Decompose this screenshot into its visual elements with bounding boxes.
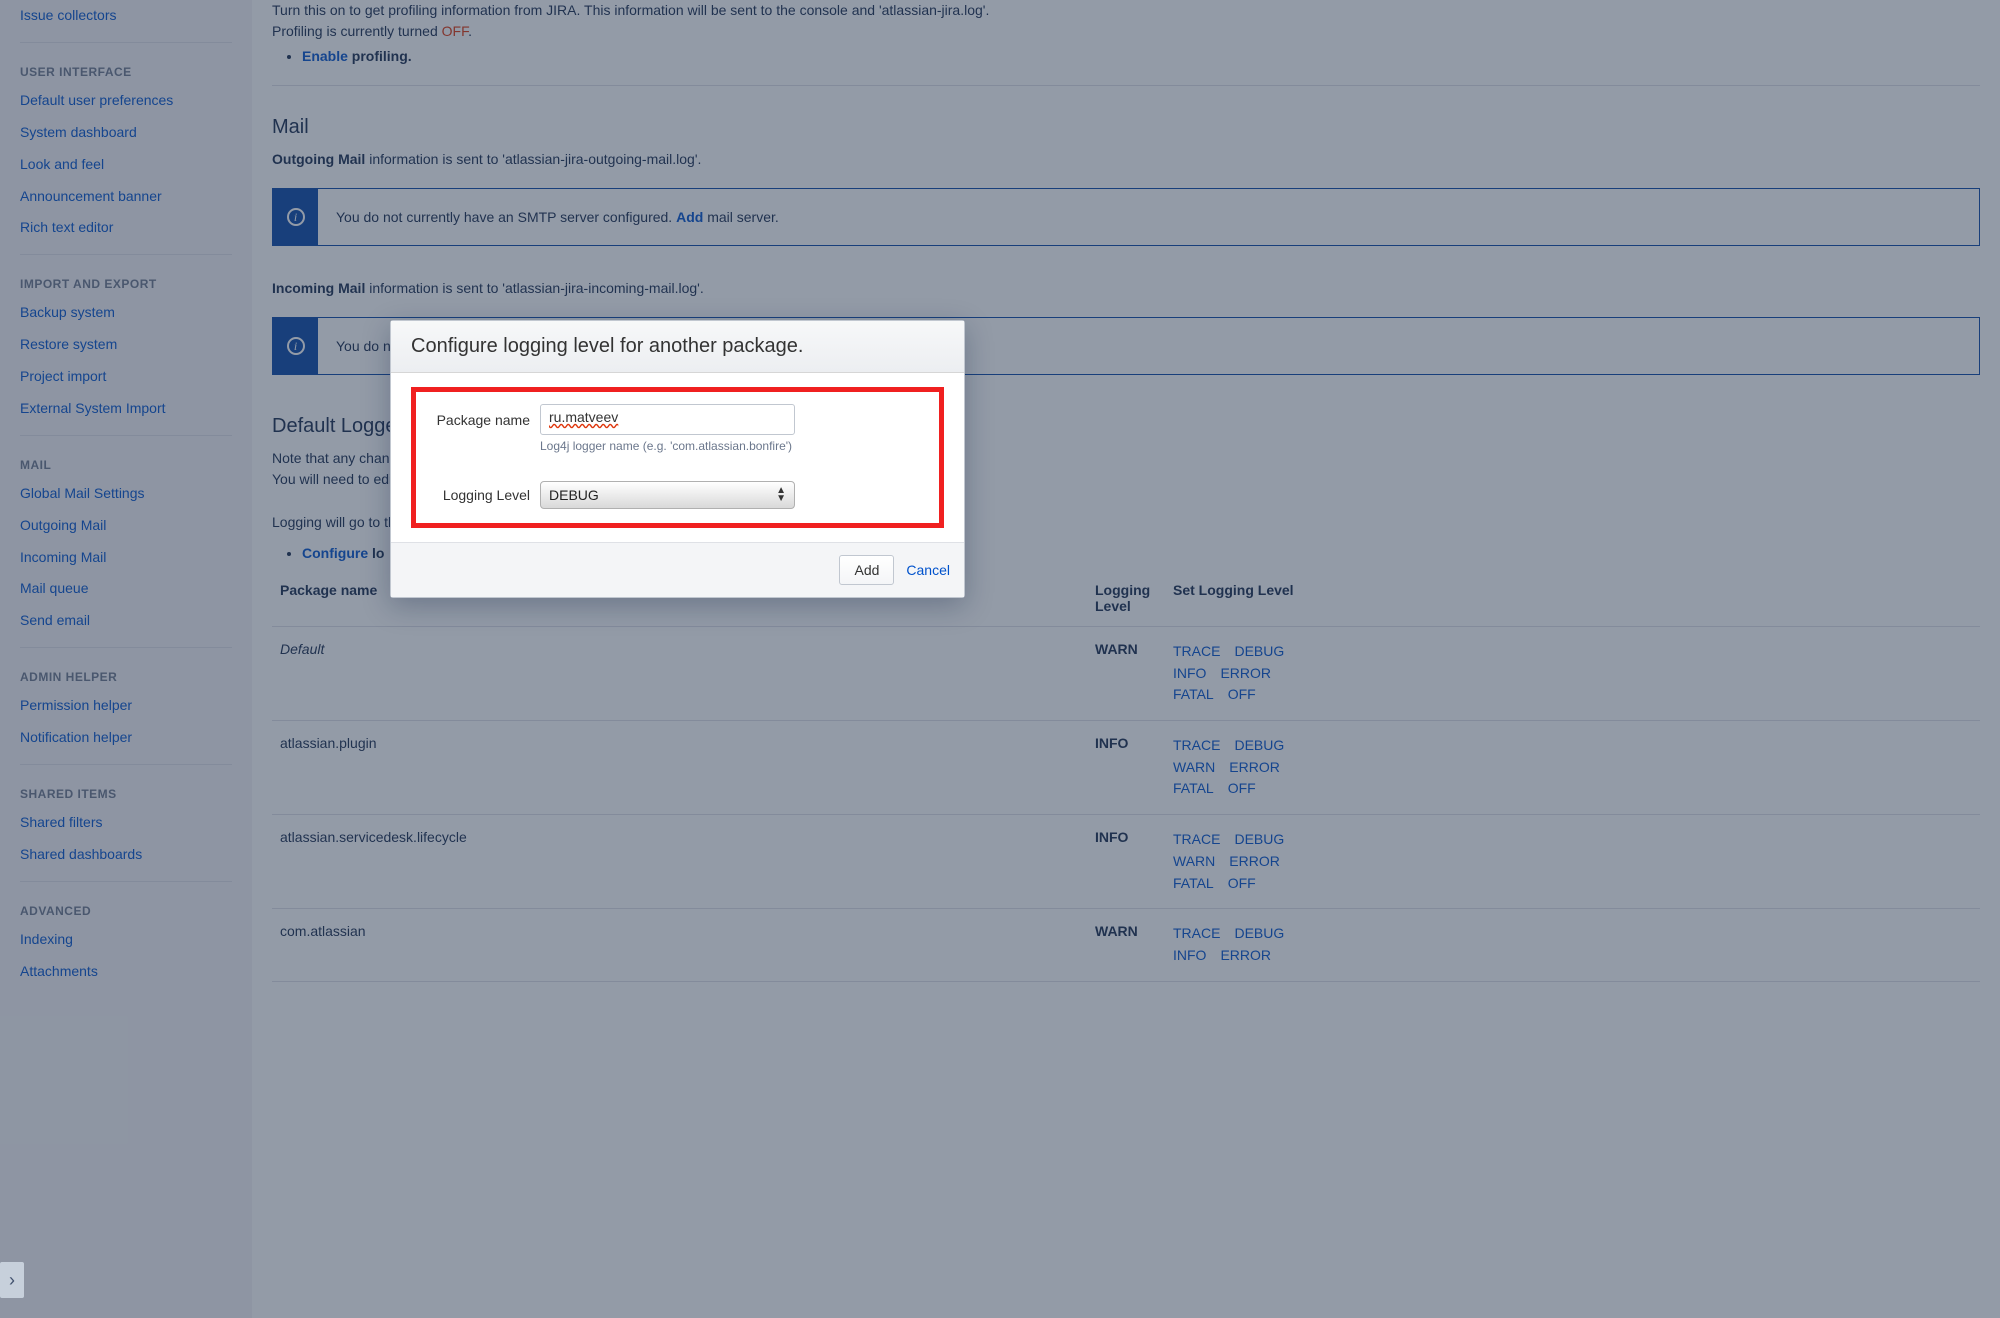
form-row-level: Logging Level DEBUG ▲▼ bbox=[422, 481, 933, 509]
configure-logging-dialog: Configure logging level for another pack… bbox=[390, 320, 965, 598]
logging-level-label: Logging Level bbox=[422, 487, 530, 503]
dialog-footer: Add Cancel bbox=[391, 542, 964, 597]
dialog-body: Package name ru.matveev Log4j logger nam… bbox=[391, 373, 964, 542]
cancel-link[interactable]: Cancel bbox=[906, 562, 950, 578]
package-name-input[interactable]: ru.matveev bbox=[540, 404, 795, 435]
expand-arrow-icon[interactable]: › bbox=[0, 1262, 24, 1298]
dialog-title: Configure logging level for another pack… bbox=[391, 321, 964, 373]
add-button[interactable]: Add bbox=[839, 555, 894, 585]
package-name-label: Package name bbox=[422, 412, 530, 428]
chevron-updown-icon: ▲▼ bbox=[776, 487, 786, 503]
package-name-hint: Log4j logger name (e.g. 'com.atlassian.b… bbox=[540, 439, 933, 453]
package-name-value: ru.matveev bbox=[549, 409, 618, 425]
modal-backdrop-tint bbox=[0, 0, 2000, 1318]
logging-level-select[interactable]: DEBUG ▲▼ bbox=[540, 481, 795, 509]
logging-level-value: DEBUG bbox=[549, 487, 599, 503]
form-row-package: Package name ru.matveev bbox=[422, 404, 933, 435]
highlight-box: Package name ru.matveev Log4j logger nam… bbox=[411, 387, 944, 528]
